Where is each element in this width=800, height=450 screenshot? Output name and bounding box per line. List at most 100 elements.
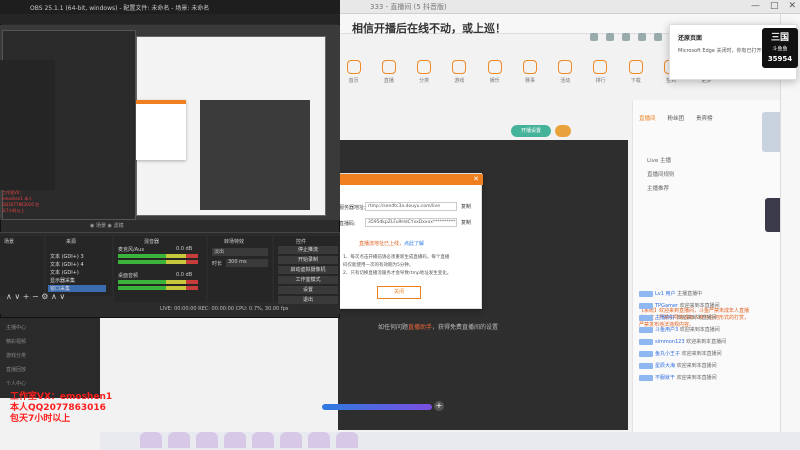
gift-icon[interactable] <box>196 432 218 448</box>
notification-title: 还原页面 <box>678 35 703 42</box>
transition-select[interactable]: 淡出 <box>212 248 268 256</box>
secondary-tab[interactable] <box>555 125 571 137</box>
sidebar-item[interactable]: 游戏分类 <box>6 352 26 359</box>
learn-more-link[interactable]: 点此了解 <box>404 241 424 247</box>
page-title: 相信开播后在线不动，或上巡！ <box>352 22 506 35</box>
close-dialog-button[interactable]: 关闭 <box>377 286 421 299</box>
chat-message: 不服就干 欢迎来到本直播间 <box>639 374 717 381</box>
source-item[interactable]: 文本 (GDI+) <box>50 269 79 276</box>
virtual-camera-button[interactable]: 启动虚拟摄像机 <box>278 266 338 274</box>
nav-item[interactable]: 赛事 <box>516 60 543 90</box>
level-badge <box>639 362 653 369</box>
exit-button[interactable]: 退出 <box>278 296 338 304</box>
minimize-button[interactable]: — <box>751 1 760 11</box>
nav-item[interactable]: 游戏 <box>446 60 473 90</box>
nav-item[interactable]: 排行 <box>587 60 614 90</box>
nav-item[interactable]: 直播 <box>375 60 402 90</box>
tab-chat[interactable]: 直播间 <box>639 114 656 122</box>
dialog-warning: 直播流地址已上线，点此了解 <box>359 241 425 247</box>
mixer-channel-name: 桌面音频 <box>118 273 139 279</box>
nav-item[interactable]: 分类 <box>411 60 438 90</box>
gift-icon[interactable] <box>140 432 162 448</box>
settings-button[interactable]: 设置 <box>278 286 338 294</box>
source-item[interactable]: 显示器采集 <box>50 277 75 284</box>
source-item-selected[interactable]: 窗口采集 <box>48 285 106 292</box>
dock-toolbar-icons[interactable]: ∧ ∨ + − ⚙ ∧ ∨ <box>6 292 65 301</box>
stop-streaming-button[interactable]: 停止推流 <box>278 246 338 254</box>
hint-link[interactable]: 直播助手 <box>408 324 432 331</box>
nav-item[interactable]: 娱乐 <box>481 60 508 90</box>
sidebar-item[interactable]: 个人中心 <box>6 380 26 387</box>
nav-item[interactable]: 下载 <box>622 60 649 90</box>
dialog-header: ✕ <box>335 174 483 185</box>
chat-menu-item[interactable]: 主播推荐 <box>647 184 669 192</box>
level-badge <box>639 314 653 321</box>
gift-icon[interactable] <box>336 432 358 448</box>
mixer-fader[interactable] <box>118 260 198 264</box>
scene-filter-toggles[interactable]: ◉ 场景 ◉ 滤镜 <box>90 222 124 229</box>
dock-title: 控件 <box>296 239 307 245</box>
gift-icon[interactable] <box>280 432 302 448</box>
studio-mode-button[interactable]: 工作室模式 <box>278 276 338 284</box>
sidebar-item[interactable]: 主播中心 <box>6 324 26 331</box>
gift-icon[interactable] <box>308 432 330 448</box>
stream-settings-tab[interactable]: 开播设置 <box>511 125 551 137</box>
gift-icon[interactable] <box>168 432 190 448</box>
site-nav: 首页 直播 分类 游戏 娱乐 赛事 活动 排行 下载 签到 更多 <box>340 60 720 90</box>
nav-icon <box>593 60 608 74</box>
add-button[interactable]: + <box>434 401 444 411</box>
chat-message: simmon123 欢迎来到本直播间 <box>639 338 726 345</box>
dock-title: 来源 <box>66 239 77 245</box>
nav-item[interactable]: 首页 <box>340 60 367 90</box>
nav-icon <box>558 60 573 74</box>
chat-menu-item[interactable]: 直播间规则 <box>647 170 675 178</box>
nav-item[interactable]: 活动 <box>552 60 579 90</box>
volume-slider[interactable] <box>322 404 432 410</box>
obs-statusbar: LIVE: 00:00:00 REC: 00:00:00 CPU: 0.7%, … <box>160 306 289 312</box>
maximize-button[interactable]: □ <box>770 1 779 11</box>
chat-tabs: 直播间 粉丝团 贵宾榜 <box>639 114 713 122</box>
nav-icon <box>417 60 432 74</box>
duration-input[interactable]: 300 ms <box>226 259 268 267</box>
obs-menubar <box>0 14 340 24</box>
source-item[interactable]: 文本 (GDI+) 3 <box>50 253 84 260</box>
nav-icon <box>487 60 502 74</box>
sidebar-item[interactable]: 精彩视频 <box>6 338 26 345</box>
badge-logo: 三国 <box>770 33 789 43</box>
extension-icon[interactable] <box>590 33 598 41</box>
key-field[interactable]: 3595dkpZLFu9HdCYxxDxxxx********** <box>365 218 457 227</box>
copy-key-button[interactable]: 复制 <box>461 219 471 226</box>
badge-number: 35954 <box>767 55 793 63</box>
tab-fans[interactable]: 粉丝团 <box>668 114 685 122</box>
app-badge[interactable]: 三国 斗鱼鱼 35954 <box>762 28 798 68</box>
start-recording-button[interactable]: 开始录制 <box>278 256 338 264</box>
tab-vip[interactable]: 贵宾榜 <box>696 114 713 122</box>
scenes-dock: 场景 <box>0 236 44 296</box>
extension-icon[interactable] <box>622 33 630 41</box>
duration-label: 时长 <box>212 261 223 267</box>
dock-title: 场景 <box>4 239 15 245</box>
mixer-channel-name: 麦克风/Aux <box>118 247 145 253</box>
nav-icon <box>452 60 467 74</box>
extension-icon[interactable] <box>638 33 646 41</box>
badge-name: 斗鱼鱼 <box>772 46 788 52</box>
server-field[interactable]: rtmp://sendtc3a.douyu.com/live <box>365 202 457 211</box>
source-item[interactable]: 文本 (GDI+) 4 <box>50 261 84 268</box>
chat-message: 主播你好 欢迎来到本直播间 <box>639 314 717 321</box>
level-badge <box>639 374 653 381</box>
extension-icon[interactable] <box>654 33 662 41</box>
transitions-dock: 转场特效 <box>208 236 272 302</box>
copy-server-button[interactable]: 复制 <box>461 203 471 210</box>
dialog-note: 2、只有切换直播流服务才会导致rtmp地址发生变化。 <box>343 271 452 276</box>
chat-menu-item[interactable]: Live 主播 <box>647 156 671 164</box>
sidebar-item[interactable]: 直播回放 <box>6 366 26 373</box>
level-badge <box>639 290 653 297</box>
close-button[interactable]: ✕ <box>788 1 796 11</box>
gift-icon[interactable] <box>224 432 246 448</box>
mixer-fader[interactable] <box>118 286 198 290</box>
gift-icon[interactable] <box>252 432 274 448</box>
extension-icon[interactable] <box>606 33 614 41</box>
close-icon[interactable]: ✕ <box>473 175 479 183</box>
chat-message: 斗鱼用户3 欢迎来到本直播间 <box>639 326 720 333</box>
server-label: 服务器地址: <box>339 205 366 211</box>
